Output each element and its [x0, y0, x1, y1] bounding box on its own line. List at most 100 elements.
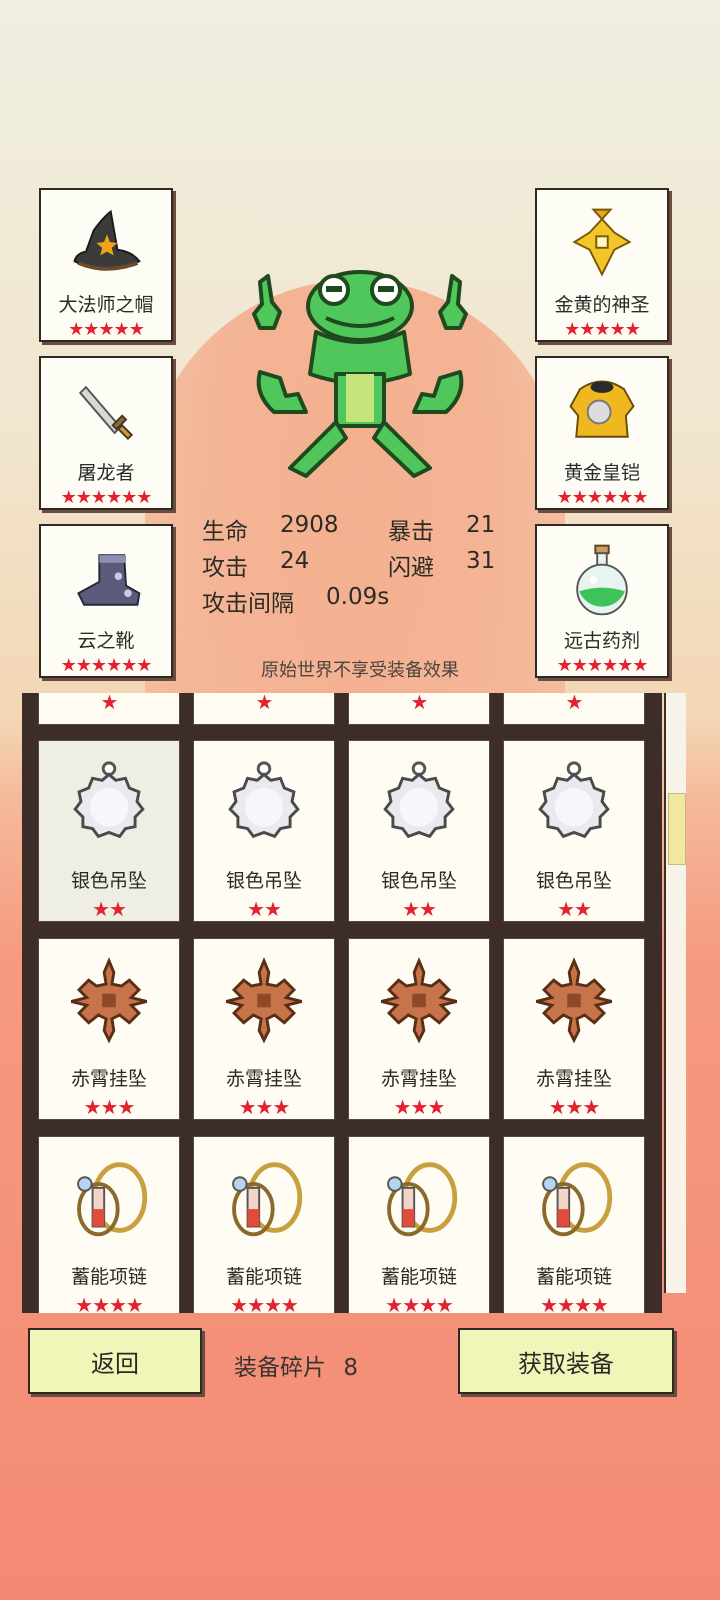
energy-necklace-icon: [77, 1162, 148, 1237]
item-name: 赤霄挂坠: [70, 1068, 147, 1090]
inventory-item[interactable]: 银色吊坠 ★★: [503, 740, 645, 922]
equipment-note: 原始世界不享受装备效果: [261, 660, 459, 681]
equip-slot-armor[interactable]: 黄金皇铠 ★★★★★★: [535, 356, 669, 510]
inventory-item-partial[interactable]: ★: [348, 693, 490, 725]
energy-necklace-icon: [542, 1162, 613, 1237]
equip-name: 屠龙者: [77, 462, 135, 484]
interval-value: 0.09s: [326, 584, 390, 610]
dodge-label: 闪避: [388, 555, 434, 581]
inventory-scrollbar[interactable]: [664, 693, 686, 1293]
inventory-item[interactable]: 赤霄挂坠 ★★★: [193, 938, 335, 1120]
equip-name: 大法师之帽: [58, 294, 154, 316]
equip-stars: ★★★★★: [564, 319, 641, 340]
inventory-item-partial[interactable]: ★: [503, 693, 645, 725]
equip-slot-boots[interactable]: 云之靴 ★★★★★★: [39, 524, 173, 678]
inventory-item[interactable]: 蓄能项链 ★★★★: [38, 1136, 180, 1313]
inventory-grid[interactable]: ★ ★ ★ ★ 银色吊坠 ★★ 银色吊坠 ★★ 银色吊坠 ★★ 银色吊坠 ★★ …: [22, 693, 662, 1313]
copper-pendant-icon: [70, 957, 148, 1044]
equip-stars: ★★★★★★: [556, 487, 649, 508]
get-equipment-button[interactable]: 获取装备: [458, 1328, 674, 1394]
equip-stars: ★★★★★★: [60, 487, 153, 508]
item-stars: ★★: [402, 897, 437, 921]
dagger-icon: [78, 385, 134, 440]
item-stars: ★★★: [83, 1095, 136, 1119]
golden-amulet-icon: [572, 208, 632, 277]
equip-name: 黄金皇铠: [563, 462, 640, 484]
item-name: 银色吊坠: [535, 870, 612, 892]
equip-slot-weapon[interactable]: 屠龙者 ★★★★★★: [39, 356, 173, 510]
item-stars: ★★★★: [540, 1293, 609, 1313]
inventory-item[interactable]: 赤霄挂坠 ★★★: [503, 938, 645, 1120]
item-name: 蓄能项链: [70, 1266, 147, 1288]
inventory-item[interactable]: 赤霄挂坠 ★★★: [38, 938, 180, 1120]
equip-name: 云之靴: [77, 630, 135, 652]
silver-pendant-icon: [228, 761, 300, 839]
copper-pendant-icon: [225, 957, 303, 1044]
item-name: 赤霄挂坠: [380, 1068, 457, 1090]
energy-necklace-icon: [232, 1162, 303, 1237]
item-name: 银色吊坠: [70, 870, 147, 892]
back-button[interactable]: 返回: [28, 1328, 202, 1394]
crit-label: 暴击: [388, 519, 434, 545]
item-name: 赤霄挂坠: [225, 1068, 302, 1090]
inventory-item[interactable]: 银色吊坠 ★★: [348, 740, 490, 922]
copper-pendant-icon: [380, 957, 458, 1044]
crit-value: 21: [466, 512, 496, 538]
inventory-item[interactable]: 蓄能项链 ★★★★: [503, 1136, 645, 1313]
wizard-hat-icon: [73, 209, 141, 271]
inventory-item-partial[interactable]: ★: [193, 693, 335, 725]
interval-label: 攻击间隔: [202, 591, 294, 617]
item-stars: ★: [410, 693, 429, 714]
scroll-thumb[interactable]: [668, 793, 686, 865]
potion-icon: [576, 544, 628, 616]
item-stars: ★★★: [393, 1095, 446, 1119]
item-name: 银色吊坠: [225, 870, 302, 892]
equip-stars: ★★★★★: [68, 319, 145, 340]
item-stars: ★★: [557, 897, 592, 921]
frog-hero: [252, 270, 468, 478]
item-stars: ★★: [92, 897, 127, 921]
item-stars: ★★: [247, 897, 282, 921]
inventory-item[interactable]: 蓄能项链 ★★★★: [348, 1136, 490, 1313]
atk-value: 24: [280, 548, 310, 574]
item-stars: ★★★★: [75, 1293, 144, 1313]
silver-pendant-icon: [73, 761, 145, 839]
item-stars: ★★★: [238, 1095, 291, 1119]
item-name: 银色吊坠: [380, 870, 457, 892]
equip-stars: ★★★★★★: [556, 655, 649, 676]
equip-slot-hat[interactable]: 大法师之帽 ★★★★★: [39, 188, 173, 342]
energy-necklace-icon: [387, 1162, 458, 1237]
item-stars: ★: [255, 693, 274, 714]
hp-label: 生命: [202, 519, 248, 545]
item-name: 蓄能项链: [380, 1266, 457, 1288]
equip-stars: ★★★★★★: [60, 655, 153, 676]
inventory-item[interactable]: 赤霄挂坠 ★★★: [348, 938, 490, 1120]
silver-pendant-icon: [383, 761, 455, 839]
copper-pendant-icon: [535, 957, 613, 1044]
item-stars: ★★★★: [385, 1293, 454, 1313]
inventory-item[interactable]: 银色吊坠 ★★: [193, 740, 335, 922]
golden-armor-icon: [569, 380, 635, 438]
inventory-item-partial[interactable]: ★: [38, 693, 180, 725]
hp-value: 2908: [280, 512, 339, 538]
equip-slot-potion[interactable]: 远古药剂 ★★★★★★: [535, 524, 669, 678]
dodge-value: 31: [466, 548, 496, 574]
item-name: 蓄能项链: [535, 1266, 612, 1288]
boot-icon: [77, 554, 141, 606]
silver-pendant-icon: [538, 761, 610, 839]
item-stars: ★★★★: [230, 1293, 299, 1313]
fragments-value: 8: [343, 1355, 358, 1381]
equip-slot-amulet[interactable]: 金黄的神圣 ★★★★★: [535, 188, 669, 342]
equip-name: 远古药剂: [563, 630, 640, 652]
inventory-item[interactable]: 蓄能项链 ★★★★: [193, 1136, 335, 1313]
fragments-label: 装备碎片: [234, 1355, 326, 1381]
item-stars: ★: [565, 693, 584, 714]
item-stars: ★: [100, 693, 119, 714]
item-stars: ★★★: [548, 1095, 601, 1119]
inventory-item[interactable]: 银色吊坠 ★★: [38, 740, 180, 922]
fragments-counter: 装备碎片 8: [234, 1348, 358, 1382]
item-name: 赤霄挂坠: [535, 1068, 612, 1090]
atk-label: 攻击: [202, 555, 248, 581]
item-name: 蓄能项链: [225, 1266, 302, 1288]
equip-name: 金黄的神圣: [554, 294, 650, 316]
